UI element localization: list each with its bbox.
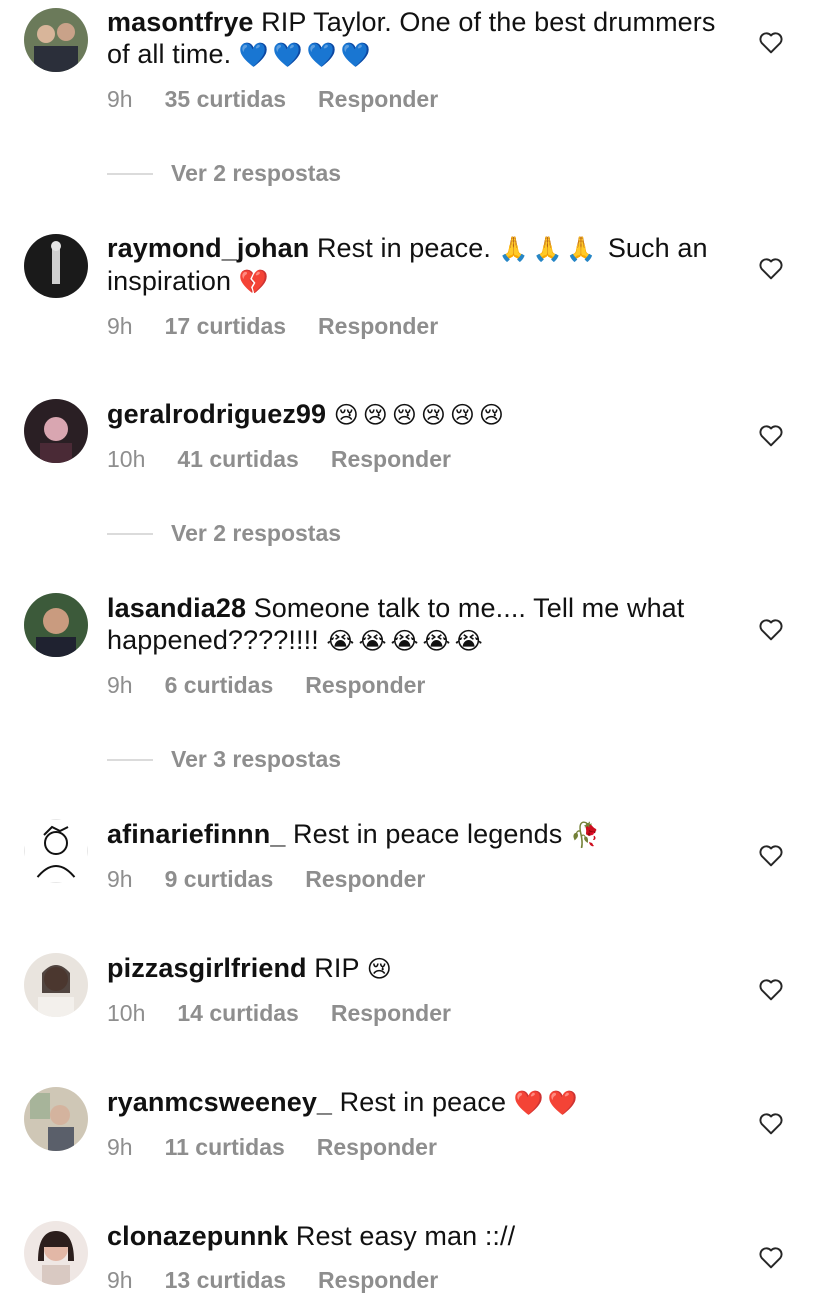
comment-emoji-2: 💔 (238, 268, 273, 296)
comment-text: ryanmcsweeney_ Rest in peace ❤️❤️ (107, 1086, 727, 1119)
reply-button[interactable]: Responder (331, 445, 451, 473)
comment-meta: 10h 41 curtidas Responder (107, 445, 727, 473)
timestamp: 9h (107, 313, 133, 339)
view-replies-link[interactable]: Ver 2 respostas (107, 520, 341, 547)
view-replies-label: Ver 2 respostas (171, 160, 342, 186)
comment-emoji: 🙏🙏🙏 (498, 235, 601, 263)
comment-meta: 9h 9 curtidas Responder (107, 865, 727, 893)
timestamp: 10h (107, 1000, 146, 1026)
view-replies-label: Ver 3 respostas (171, 746, 342, 772)
avatar[interactable] (24, 593, 88, 657)
username[interactable]: lasandia28 (107, 593, 246, 623)
replies-divider (107, 532, 153, 535)
reply-button[interactable]: Responder (318, 85, 438, 113)
username[interactable]: masontfrye (107, 7, 254, 37)
view-replies-label: Ver 2 respostas (171, 520, 342, 546)
comment-emoji: 😢😢😢😢😢😢 (333, 401, 508, 429)
comment-meta: 9h 13 curtidas Responder (107, 1266, 727, 1294)
heart-icon[interactable] (758, 617, 784, 641)
comment-body: Rest in peace legends (293, 819, 563, 849)
avatar[interactable] (24, 399, 88, 463)
reply-button[interactable]: Responder (305, 865, 425, 893)
heart-icon[interactable] (758, 256, 784, 280)
comment-text: masontfrye RIP Taylor. One of the best d… (107, 6, 727, 71)
comment-text: afinariefinnn_ Rest in peace legends 🥀 (107, 818, 727, 851)
comment-meta: 9h 11 curtidas Responder (107, 1133, 727, 1161)
username[interactable]: geralrodriguez99 (107, 399, 326, 429)
comment-emoji: 💙💙💙💙 (238, 41, 375, 69)
likes-count[interactable]: 14 curtidas (177, 999, 298, 1027)
heart-icon[interactable] (758, 977, 784, 1001)
reply-button[interactable]: Responder (317, 1133, 437, 1161)
avatar[interactable] (24, 819, 88, 883)
comment-emoji: 🥀 (569, 821, 604, 849)
username[interactable]: ryanmcsweeney_ (107, 1087, 332, 1117)
comment-meta: 10h 14 curtidas Responder (107, 999, 727, 1027)
likes-count[interactable]: 13 curtidas (165, 1266, 286, 1294)
heart-icon[interactable] (758, 30, 784, 54)
reply-button[interactable]: Responder (305, 671, 425, 699)
username[interactable]: pizzasgirlfriend (107, 953, 307, 983)
comment-text: raymond_johan Rest in peace. 🙏🙏🙏 Such an… (107, 232, 727, 298)
likes-count[interactable]: 9 curtidas (165, 865, 274, 893)
comment-text: lasandia28 Someone talk to me.... Tell m… (107, 592, 727, 657)
comment-emoji: ❤️❤️ (513, 1089, 582, 1117)
comment-text: clonazepunnk Rest easy man ::// (107, 1220, 727, 1252)
likes-count[interactable]: 6 curtidas (165, 671, 274, 699)
likes-count[interactable]: 11 curtidas (165, 1133, 285, 1161)
timestamp: 9h (107, 1267, 133, 1293)
comment-emoji: 😭😭😭😭😭 (326, 627, 487, 655)
replies-divider (107, 172, 153, 175)
likes-count[interactable]: 35 curtidas (165, 85, 286, 113)
reply-button[interactable]: Responder (318, 1266, 438, 1294)
timestamp: 9h (107, 672, 133, 698)
view-replies-link[interactable]: Ver 2 respostas (107, 160, 341, 187)
avatar[interactable] (24, 953, 88, 1017)
reply-button[interactable]: Responder (318, 312, 438, 340)
comment-body: Rest in peace. (316, 233, 491, 263)
avatar[interactable] (24, 1221, 88, 1285)
timestamp: 9h (107, 866, 133, 892)
likes-count[interactable]: 41 curtidas (177, 445, 298, 473)
username[interactable]: clonazepunnk (107, 1221, 288, 1251)
heart-icon[interactable] (758, 843, 784, 867)
heart-icon[interactable] (758, 1111, 784, 1135)
reply-button[interactable]: Responder (331, 999, 451, 1027)
heart-icon[interactable] (758, 1245, 784, 1269)
avatar[interactable] (24, 234, 88, 298)
comment-meta: 9h 35 curtidas Responder (107, 85, 727, 113)
username[interactable]: afinariefinnn_ (107, 819, 285, 849)
comment-body: Rest easy man ::// (295, 1221, 516, 1251)
timestamp: 10h (107, 446, 146, 472)
timestamp: 9h (107, 86, 133, 112)
likes-count[interactable]: 17 curtidas (165, 312, 286, 340)
timestamp: 9h (107, 1134, 133, 1160)
avatar[interactable] (24, 8, 88, 72)
comment-body: RIP (314, 953, 360, 983)
view-replies-link[interactable]: Ver 3 respostas (107, 746, 341, 773)
comment-meta: 9h 17 curtidas Responder (107, 312, 727, 340)
comment-text: pizzasgirlfriend RIP 😢 (107, 952, 727, 985)
comment-meta: 9h 6 curtidas Responder (107, 671, 727, 699)
avatar[interactable] (24, 1087, 88, 1151)
comment-text: geralrodriguez99 😢😢😢😢😢😢 (107, 398, 727, 431)
comment-emoji: 😢 (366, 955, 396, 983)
heart-icon[interactable] (758, 423, 784, 447)
username[interactable]: raymond_johan (107, 233, 309, 263)
replies-divider (107, 758, 153, 761)
comment-body: Rest in peace (339, 1087, 507, 1117)
